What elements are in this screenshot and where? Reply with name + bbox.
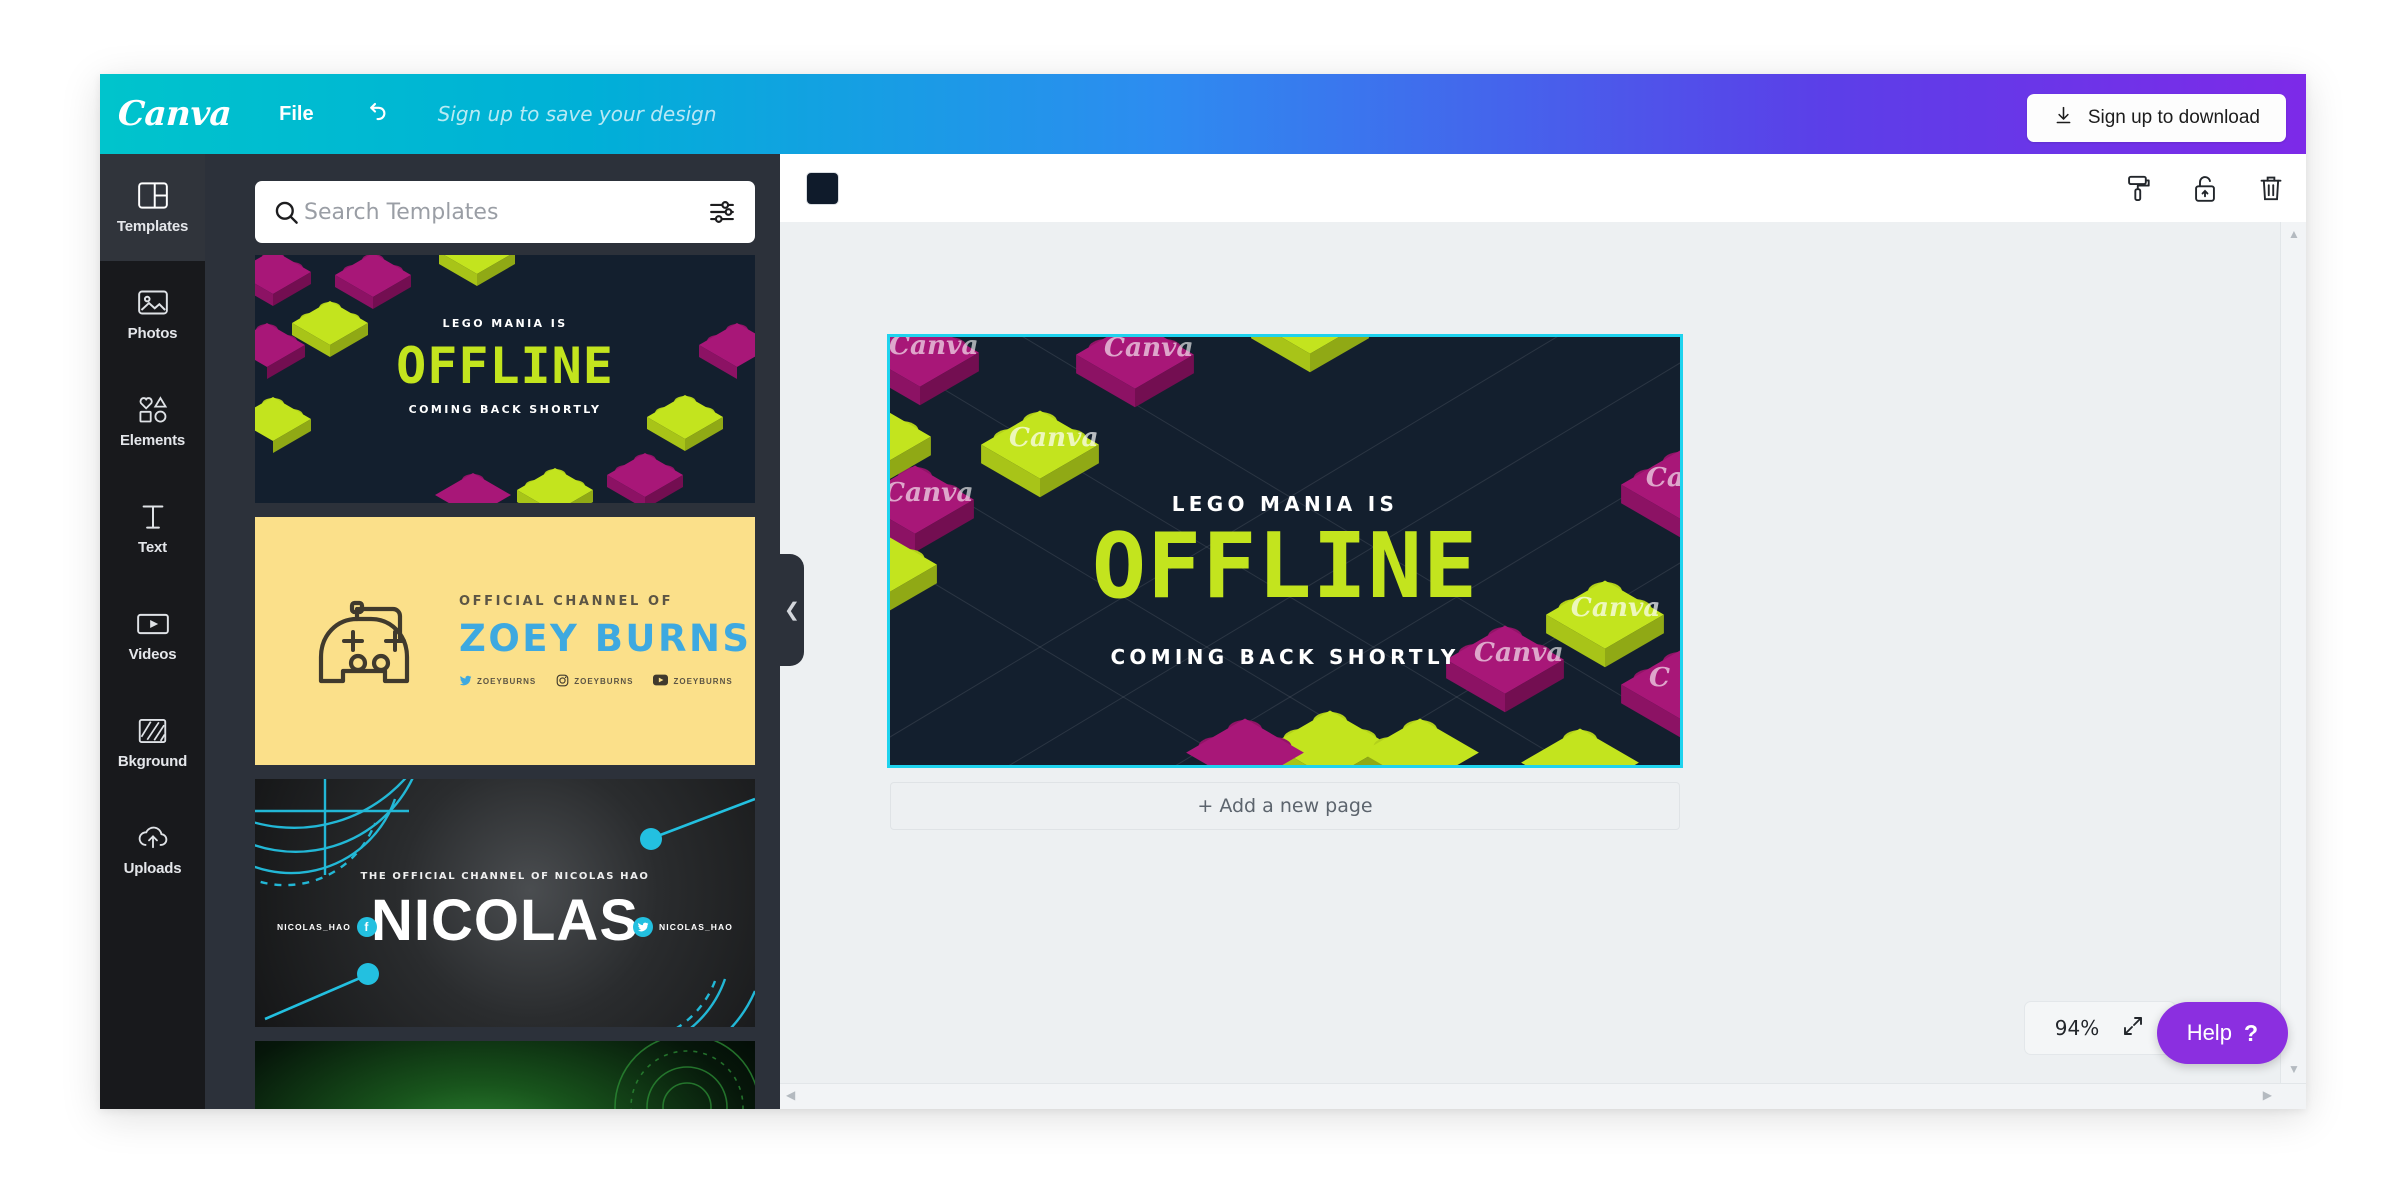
nicolas-left-handle: NICOLAS_HAO <box>277 922 351 932</box>
svg-text:Canva: Canva <box>1104 337 1194 363</box>
sidebar-label-uploads: Uploads <box>123 859 182 877</box>
twitter-icon <box>459 674 472 689</box>
color-swatch-button[interactable] <box>806 171 839 205</box>
sidebar-item-elements[interactable]: Elements <box>100 368 205 475</box>
sign-up-to-download-label: Sign up to download <box>2087 107 2260 128</box>
template-thumbnail-andrei[interactable]: THE OFFICIAL CHANNEL OF ANDREI HAO ANDRE… <box>255 1041 755 1109</box>
zoom-control[interactable]: 94% <box>2024 1001 2176 1055</box>
editor-area: .gT{fill:#c3e41e}.gL{fill:#a8c418}.gR{fi… <box>780 154 2306 1109</box>
triangle-left-icon[interactable]: ◀ <box>786 1088 795 1102</box>
nicolas-right-handle: NICOLAS_HAO <box>659 922 733 932</box>
template-thumbnail-nicolas[interactable]: THE OFFICIAL CHANNEL OF NICOLAS HAO NICO… <box>255 779 755 1027</box>
svg-text:Canva: Canva <box>1009 422 1099 453</box>
svg-text:Canva: Canva <box>890 337 979 361</box>
lego-thumb-line1: LEGO MANIA IS <box>442 317 568 330</box>
facebook-icon: f <box>356 917 377 937</box>
triangle-down-icon[interactable]: ▼ <box>2288 1062 2300 1076</box>
collapse-panel-button[interactable]: ❮ <box>780 554 804 666</box>
sidebar-label-text: Text <box>138 538 167 556</box>
template-thumbnail-list[interactable]: .gT{fill:#c3e41e}.gL{fill:#a8c418}.gR{fi… <box>255 255 757 1109</box>
zoey-thumb-text: OFFICIAL CHANNEL OF ZOEY BURNS ZOEYBURNS <box>459 594 752 689</box>
canva-editor-window: Canva File Sign up to save your design S… <box>100 74 2306 1109</box>
canva-logo[interactable]: Canva <box>117 94 232 134</box>
top-bar: Canva File Sign up to save your design S… <box>100 74 2306 154</box>
chevron-left-icon: ❮ <box>784 599 800 621</box>
sidebar-label-background: Bkground <box>117 752 188 770</box>
social-twitter-handle: ZOEYBURNS <box>477 676 537 686</box>
context-toolbar <box>780 154 2306 222</box>
expand-arrows-icon[interactable] <box>2121 1014 2145 1043</box>
videos-icon <box>136 609 169 639</box>
vertical-scrollbar[interactable]: ▲ ▼ <box>2280 222 2306 1109</box>
save-hint-text: Sign up to save your design <box>437 102 717 126</box>
sidebar-item-background[interactable]: Bkground <box>100 689 205 796</box>
sidebar-label-photos: Photos <box>127 324 178 342</box>
search-bar[interactable] <box>255 181 755 243</box>
lego-thumb-art: .gT{fill:#c3e41e}.gL{fill:#a8c418}.gR{fi… <box>255 255 755 503</box>
instagram-icon <box>556 674 569 689</box>
zoom-level-value: 94% <box>2054 1016 2100 1040</box>
social-instagram-handle: ZOEYBURNS <box>574 676 634 686</box>
triangle-up-icon[interactable]: ▲ <box>2288 227 2300 241</box>
sign-up-to-download-button[interactable]: Sign up to download <box>2026 94 2286 142</box>
zoey-thumb-line2: ZOEY BURNS <box>459 616 752 660</box>
context-toolbar-actions <box>2124 154 2284 222</box>
nicolas-left-handle-group: NICOLAS_HAO f <box>277 917 377 937</box>
lego-thumb-line3: COMING BACK SHORTLY <box>408 403 602 416</box>
paint-roller-icon[interactable] <box>2124 174 2152 203</box>
text-icon <box>140 502 166 532</box>
template-thumbnail-zoey[interactable]: OFFICIAL CHANNEL OF ZOEY BURNS ZOEYBURNS <box>255 517 755 765</box>
triangle-right-icon[interactable]: ▶ <box>2263 1088 2272 1102</box>
andrei-thumb-art <box>614 1041 755 1109</box>
design-canvas-page[interactable]: .gT{fill:#c3e41e}.gL{fill:#a8c418}.gR{fi… <box>887 334 1683 768</box>
templates-panel: .gT{fill:#c3e41e}.gL{fill:#a8c418}.gR{fi… <box>205 154 780 1109</box>
question-mark-icon: ? <box>2243 1019 2258 1046</box>
nicolas-right-handle-group: NICOLAS_HAO <box>633 917 733 937</box>
help-button[interactable]: Help ? <box>2156 1002 2288 1064</box>
filter-sliders-icon[interactable] <box>709 200 735 224</box>
gamepad-icon <box>311 583 429 700</box>
sidebar-label-elements: Elements <box>119 431 186 449</box>
elements-icon <box>137 395 169 425</box>
sidebar-label-videos: Videos <box>128 645 177 663</box>
sidebar-item-photos[interactable]: Photos <box>100 261 205 368</box>
sidebar-item-templates[interactable]: Templates <box>100 154 205 261</box>
photos-icon <box>137 288 168 318</box>
trash-icon[interactable] <box>2258 174 2284 203</box>
nicolas-thumb-line1: THE OFFICIAL CHANNEL OF NICOLAS HAO <box>360 871 650 882</box>
unlock-icon[interactable] <box>2192 174 2218 203</box>
social-twitter: ZOEYBURNS <box>459 674 536 689</box>
canvas-line2: OFFLINE <box>1091 514 1479 619</box>
add-new-page-button[interactable]: + Add a new page <box>890 782 1680 830</box>
social-instagram: ZOEYBURNS <box>556 674 633 689</box>
horizontal-scrollbar[interactable]: ◀ ▶ <box>780 1083 2306 1109</box>
templates-icon <box>137 181 168 211</box>
template-thumbnail-lego[interactable]: .gT{fill:#c3e41e}.gL{fill:#a8c418}.gR{fi… <box>255 255 755 503</box>
search-input[interactable] <box>304 199 709 225</box>
uploads-icon <box>137 823 169 853</box>
twitter-icon <box>633 917 654 937</box>
left-icon-rail: Templates Photos Elements Text Videos Bk… <box>100 154 205 1109</box>
social-youtube-handle: ZOEYBURNS <box>673 676 733 686</box>
download-icon <box>2053 105 2074 132</box>
sidebar-item-text[interactable]: Text <box>100 475 205 582</box>
svg-text:Ca: Ca <box>1646 462 1680 493</box>
background-icon <box>138 716 167 746</box>
file-menu-button[interactable]: File <box>279 103 313 126</box>
zoey-thumb-socials: ZOEYBURNS ZOEYBURNS ZOEYBURNS <box>459 674 752 689</box>
canvas-line1: LEGO MANIA IS <box>1171 492 1399 516</box>
canvas-scroll-area: .gT{fill:#c3e41e}.gL{fill:#a8c418}.gR{fi… <box>780 222 2306 1109</box>
canvas-line3: COMING BACK SHORTLY <box>1110 645 1460 669</box>
youtube-icon <box>653 674 669 688</box>
sidebar-label-templates: Templates <box>116 217 189 235</box>
social-youtube: ZOEYBURNS <box>653 674 732 688</box>
lego-thumb-line2: OFFLINE <box>396 337 614 395</box>
help-label: Help <box>2186 1020 2232 1045</box>
sidebar-item-uploads[interactable]: Uploads <box>100 796 205 903</box>
zoey-thumb-line1: OFFICIAL CHANNEL OF <box>459 593 674 609</box>
undo-icon[interactable] <box>360 99 390 129</box>
sidebar-item-videos[interactable]: Videos <box>100 582 205 689</box>
search-icon <box>273 199 300 226</box>
